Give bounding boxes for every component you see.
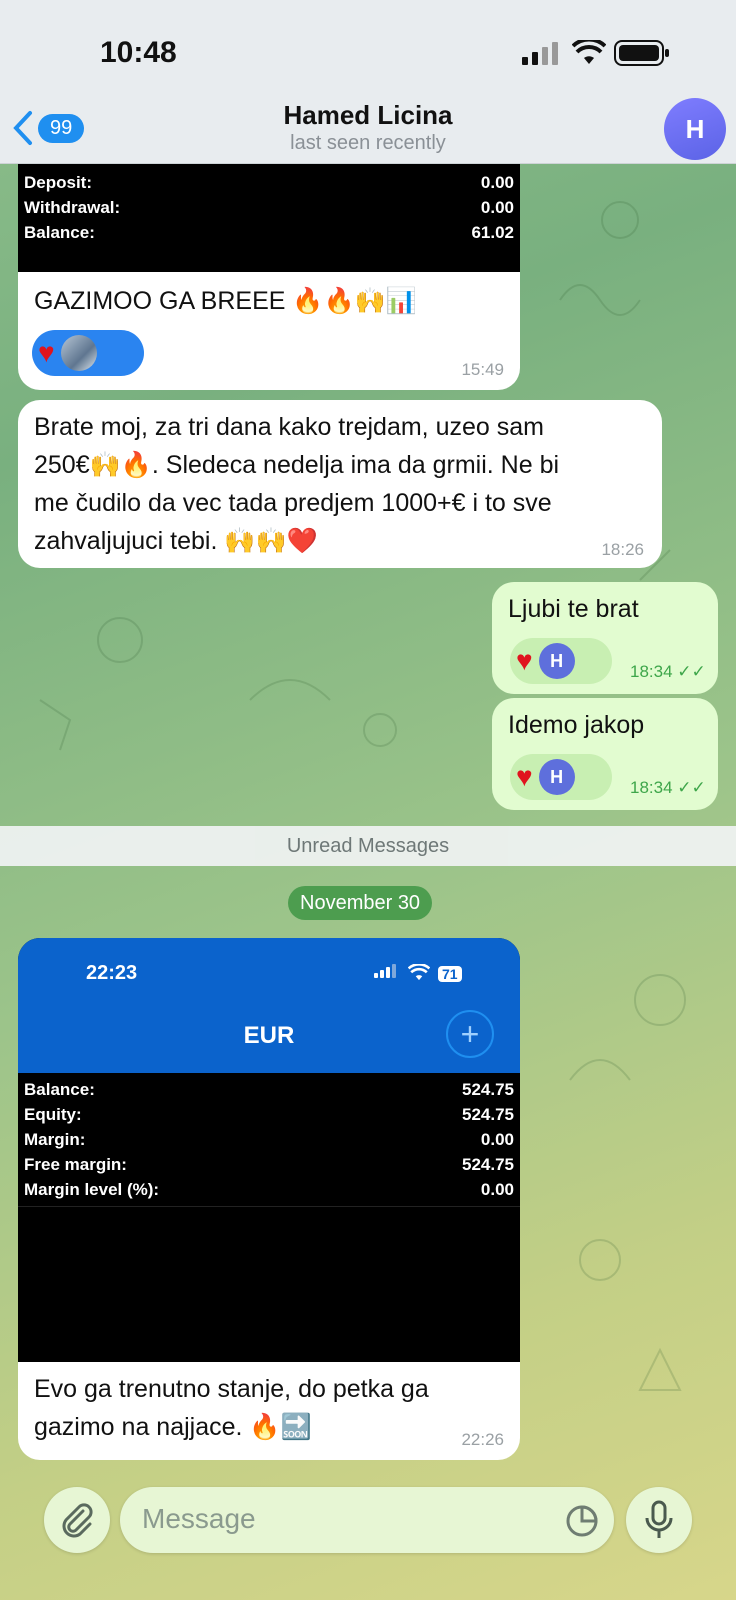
report-label: Balance: xyxy=(24,223,95,242)
summary-row: Margin: 0.00 xyxy=(18,1127,520,1152)
heart-icon: ♥ xyxy=(516,645,533,676)
message-bubble-incoming[interactable]: Deposit: 0.00 Withdrawal: 0.00 Balance: 61.… xyxy=(18,164,520,390)
contact-name[interactable]: Hamed Licina xyxy=(0,100,736,131)
summary-row: Equity: 524.75 xyxy=(18,1102,520,1127)
summary-label: Equity: xyxy=(24,1105,82,1124)
wifi-icon xyxy=(572,40,606,64)
message-bubble-incoming[interactable]: Evo ga trenutno stanje, do petka ga gazi… xyxy=(18,1362,520,1460)
message-input[interactable]: Message xyxy=(120,1487,614,1553)
double-check-icon: ✓✓ xyxy=(677,662,706,681)
message-time: 18:26 xyxy=(601,540,644,559)
message-line: gazimo na najjace. 🔥🔜 xyxy=(34,1413,312,1441)
summary-row: Free margin: 524.75 xyxy=(18,1152,520,1177)
currency-title: EUR xyxy=(243,1022,295,1049)
message-bubble-incoming[interactable]: Brate moj, za tri dana kako trejdam, uze… xyxy=(18,400,662,568)
message-text: Brate moj, za tri dana kako trejdam, uze… xyxy=(34,408,654,560)
message-text: Evo ga trenutno stanje, do petka ga gazi… xyxy=(34,1370,514,1446)
date-separator: November 30 xyxy=(288,886,433,920)
microphone-icon xyxy=(645,1500,673,1538)
summary-value: 0.00 xyxy=(480,1130,514,1149)
message-input-bar: Message xyxy=(0,1462,736,1600)
double-check-icon: ✓✓ xyxy=(677,778,706,797)
chat-header: 99 Hamed Licina last seen recently H xyxy=(0,90,736,164)
message-line: 250€🙌🔥. Sledeca nedelja ima da grmii. Ne… xyxy=(34,451,560,479)
contact-avatar[interactable]: H xyxy=(664,98,726,160)
screenshot-header: 22:23 71 EUR + xyxy=(18,938,520,1073)
message-placeholder: Message xyxy=(142,1503,256,1534)
message-line: me čudilo da vec tada predjem 1000+€ i t… xyxy=(34,489,552,517)
summary-label: Free margin: xyxy=(24,1155,127,1174)
message-time: 15:49 xyxy=(461,360,504,379)
summary-row: Margin level (%): 0.00 xyxy=(18,1177,520,1202)
reactor-avatar: H xyxy=(538,759,575,795)
voice-message-button[interactable] xyxy=(626,1487,692,1553)
paperclip-icon xyxy=(62,1503,93,1538)
time-text: 18:34 xyxy=(630,662,673,681)
message-bubble-outgoing[interactable]: Idemo jakop ♥ H 18:34 ✓✓ xyxy=(492,698,718,810)
report-label: Deposit: xyxy=(24,173,92,192)
message-reaction[interactable]: ♥ xyxy=(32,330,144,376)
report-value: 61.02 xyxy=(471,223,514,242)
message-text: GAZIMOO GA BREEE 🔥🔥🙌📊 xyxy=(34,287,417,315)
message-line: zahvaljujuci tebi. 🙌🙌❤️ xyxy=(34,527,318,555)
summary-label: Margin: xyxy=(24,1130,86,1149)
status-time: 10:48 xyxy=(100,36,177,69)
heart-icon: ♥ xyxy=(516,761,533,792)
battery-icon xyxy=(614,40,669,66)
report-row: Balance: 61.02 xyxy=(18,220,520,245)
signal-icon xyxy=(522,42,558,65)
message-text: Idemo jakop xyxy=(508,711,645,739)
screenshot-time: 22:23 xyxy=(86,962,138,984)
account-summary: Balance: 524.75 Equity: 524.75 Margin: 0.00… xyxy=(18,1073,520,1207)
unread-messages-separator: Unread Messages xyxy=(0,826,736,866)
message-time: 18:34 ✓✓ xyxy=(630,662,706,682)
message-time: 22:26 xyxy=(461,1430,504,1449)
trading-report-image: Deposit: 0.00 Withdrawal: 0.00 Balance: 61.… xyxy=(18,164,520,272)
message-line: Brate moj, za tri dana kako trejdam, uze… xyxy=(34,413,544,441)
wifi-icon xyxy=(408,964,430,981)
summary-label: Balance: xyxy=(24,1080,95,1099)
report-value: 0.00 xyxy=(480,173,514,192)
report-value: 0.00 xyxy=(480,198,514,217)
summary-row: Balance: 524.75 xyxy=(18,1077,520,1102)
plus-icon: + xyxy=(446,1010,494,1058)
summary-value: 524.75 xyxy=(462,1155,514,1174)
summary-value: 524.75 xyxy=(462,1105,514,1124)
report-row: Deposit: 0.00 xyxy=(18,170,520,195)
account-screenshot-image[interactable]: 22:23 71 EUR + Balance: 524.75 Equity: 524… xyxy=(18,938,520,1362)
report-label: Withdrawal: xyxy=(24,198,121,217)
time-text: 18:34 xyxy=(630,778,673,797)
contact-status: last seen recently xyxy=(290,132,446,154)
divider xyxy=(18,1206,520,1207)
message-line: Evo ga trenutno stanje, do petka ga xyxy=(34,1375,429,1403)
message-reaction[interactable]: ♥ H xyxy=(510,754,612,800)
reactor-avatar: H xyxy=(538,643,575,679)
status-bar: 10:48 xyxy=(0,0,736,100)
signal-icon xyxy=(374,964,396,978)
summary-label: Margin level (%): xyxy=(24,1180,160,1199)
message-time: 18:34 ✓✓ xyxy=(630,778,706,798)
attach-button[interactable] xyxy=(44,1487,110,1553)
battery-level: 71 xyxy=(438,966,462,982)
summary-value: 524.75 xyxy=(462,1080,514,1099)
report-row: Withdrawal: 0.00 xyxy=(18,195,520,220)
reactor-avatar xyxy=(60,335,97,371)
summary-value: 0.00 xyxy=(480,1180,514,1199)
sticker-icon[interactable] xyxy=(564,1503,600,1539)
heart-icon: ♥ xyxy=(38,337,55,368)
message-reaction[interactable]: ♥ H xyxy=(510,638,612,684)
message-bubble-outgoing[interactable]: Ljubi te brat ♥ H 18:34 ✓✓ xyxy=(492,582,718,694)
message-text: Ljubi te brat xyxy=(508,595,639,623)
